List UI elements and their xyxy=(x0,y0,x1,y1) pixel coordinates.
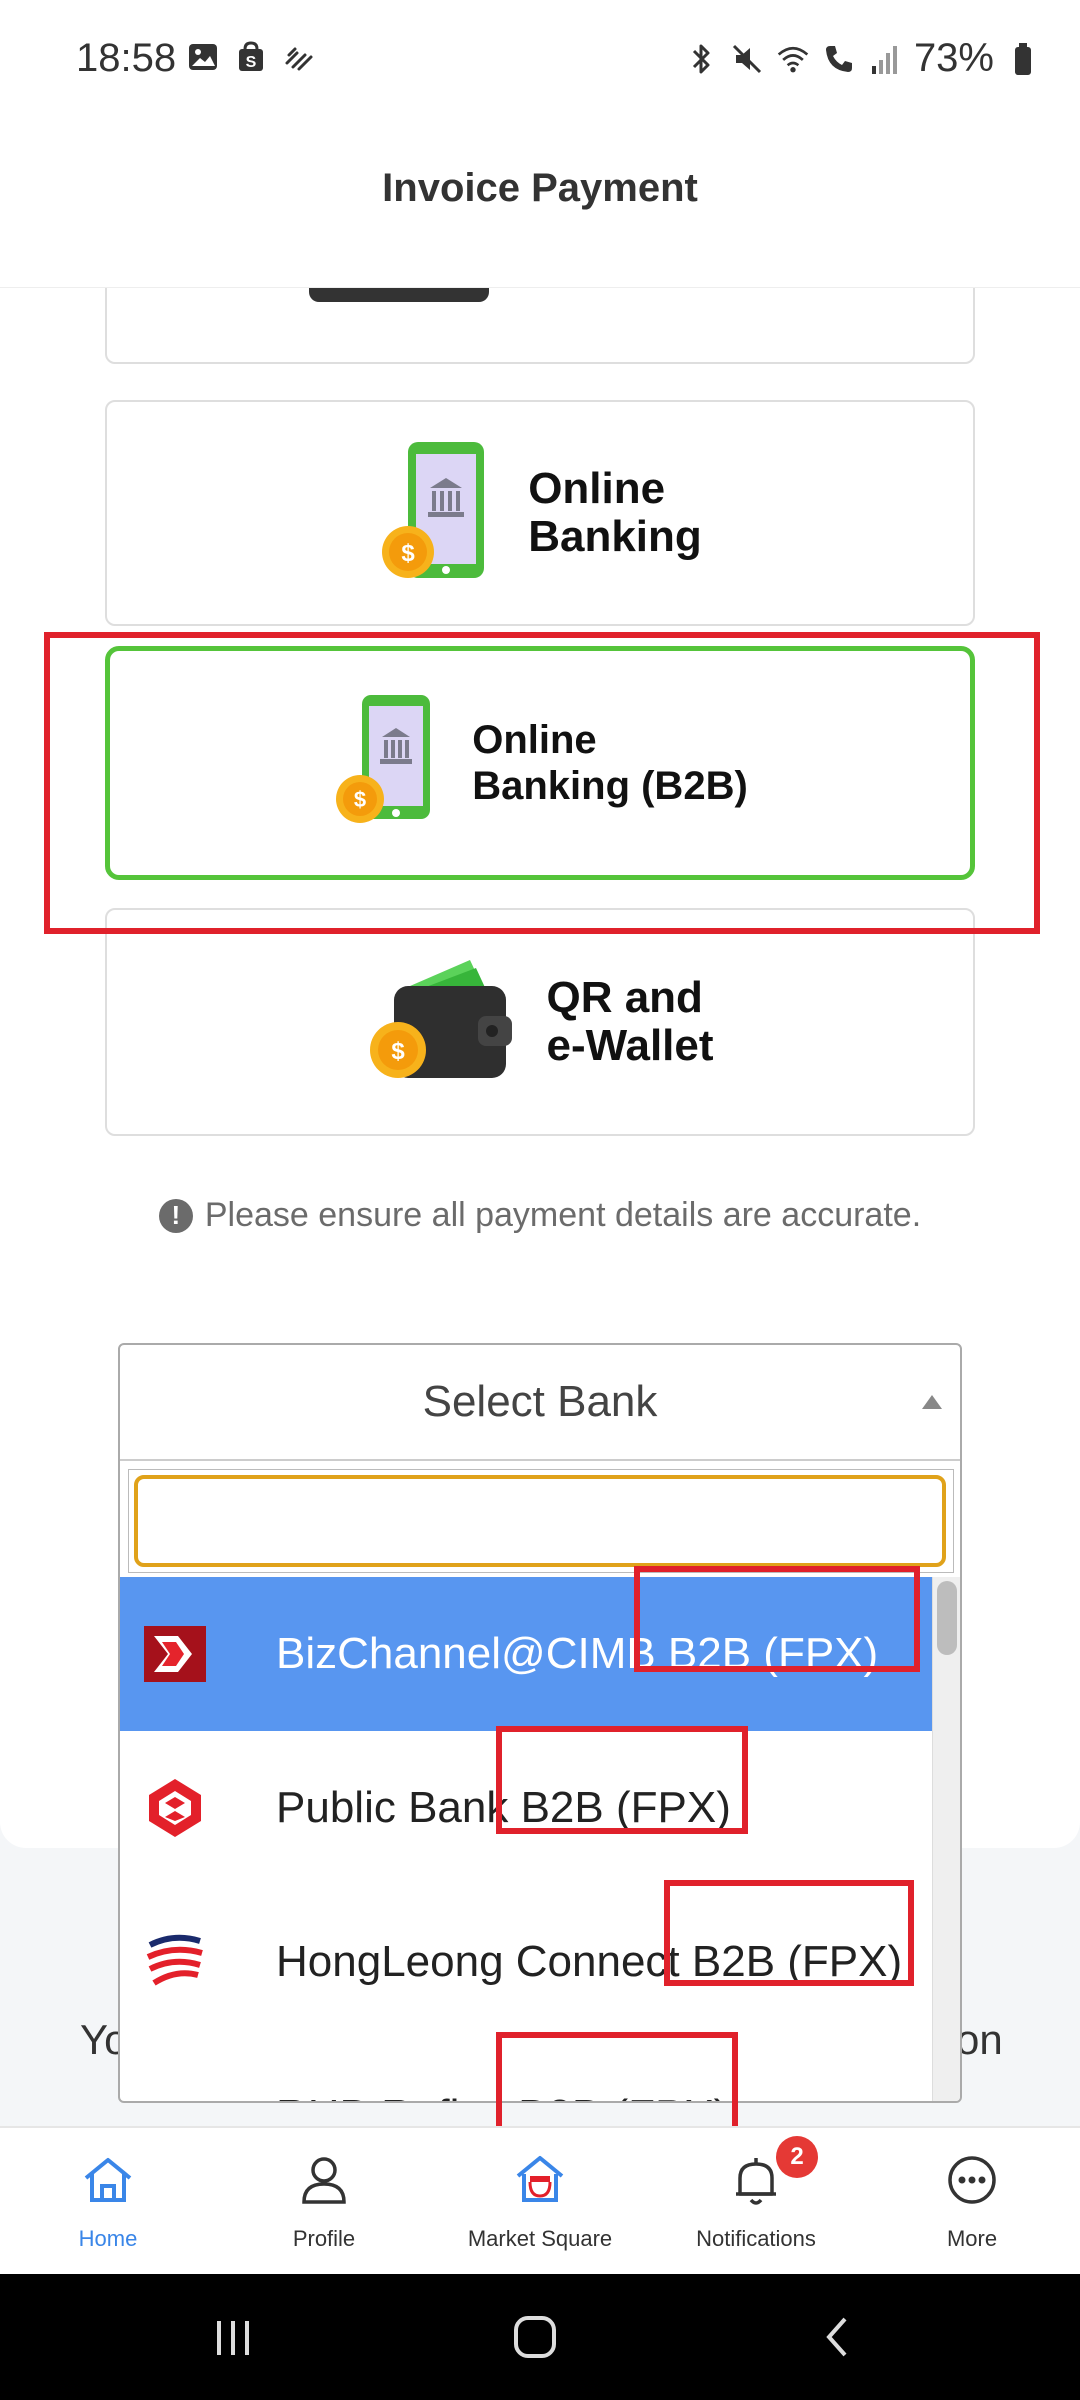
annotation-highlight-public xyxy=(496,1726,748,1834)
qr-ewallet-label: QR and e-Wallet xyxy=(546,973,714,1070)
battery-percent: 73% xyxy=(913,36,994,80)
annotation-highlight-rhb xyxy=(496,2032,738,2138)
nav-profile[interactable]: Profile xyxy=(216,2128,432,2276)
nav-profile-label: Profile xyxy=(292,2226,356,2251)
info-icon: ! xyxy=(158,1198,193,1233)
payment-option-card-partial[interactable] xyxy=(105,288,975,364)
status-left-icons: S xyxy=(186,40,316,74)
nav-more-label: More xyxy=(946,2226,998,2251)
home-icon xyxy=(78,2150,138,2210)
recent-apps-button[interactable] xyxy=(200,2304,266,2370)
page-title: Invoice Payment xyxy=(382,166,698,210)
annotation-highlight-hongleong xyxy=(664,1880,914,1986)
svg-text:$: $ xyxy=(402,540,416,567)
scrollbar-thumb[interactable] xyxy=(937,1581,957,1655)
notifications-badge: 2 xyxy=(776,2136,818,2178)
nav-notifications[interactable]: Notifications xyxy=(648,2128,864,2276)
bank-select-placeholder: Select Bank xyxy=(422,1377,658,1426)
bank-select-toggle[interactable]: Select Bank xyxy=(120,1345,960,1461)
app-header: Invoice Payment xyxy=(0,120,1080,288)
behind-text-right: on xyxy=(956,2016,1003,2063)
nav-more[interactable]: More xyxy=(864,2128,1080,2276)
public-bank-logo-icon xyxy=(144,1777,206,1839)
online-banking-icon: $ xyxy=(378,436,498,591)
bank-select-dropdown[interactable]: Select Bank BizChannel@CIMB B2B (FPX) Pu… xyxy=(118,1343,962,2103)
gallery-icon xyxy=(186,40,220,74)
payment-option-online-banking[interactable]: $ Online Banking xyxy=(105,400,975,626)
svg-text:S: S xyxy=(246,54,257,71)
status-right: 73% xyxy=(684,36,1040,81)
notice-text: Please ensure all payment details are ac… xyxy=(204,1196,922,1234)
nav-market-square[interactable]: Market Square xyxy=(432,2128,648,2276)
nav-home-label: Home xyxy=(78,2226,138,2251)
hongleong-logo-icon xyxy=(144,1931,206,1993)
wifi-icon xyxy=(776,42,810,76)
system-navigation-bar xyxy=(0,2274,1080,2400)
battery-icon xyxy=(1006,42,1040,76)
bank-list-scrollbar[interactable] xyxy=(932,1577,960,2101)
annotation-highlight-cimb xyxy=(634,1566,920,1672)
online-banking-label: Online Banking xyxy=(528,464,702,561)
caret-up-icon xyxy=(922,1395,942,1409)
nav-home[interactable]: Home xyxy=(0,2128,216,2276)
svg-text:$: $ xyxy=(392,1038,406,1065)
bluetooth-icon xyxy=(684,42,718,76)
more-icon xyxy=(942,2150,1002,2210)
status-time: 18:58 xyxy=(76,36,177,80)
cimb-logo-icon xyxy=(144,1623,206,1685)
profile-icon xyxy=(294,2150,354,2210)
call-icon xyxy=(822,42,856,76)
home-button[interactable] xyxy=(502,2304,568,2370)
market-square-icon xyxy=(510,2150,570,2210)
payment-option-qr-ewallet[interactable]: $ QR and e-Wallet xyxy=(105,908,975,1136)
annotation-highlight-b2b xyxy=(44,632,1040,934)
payment-notice: ! Please ensure all payment details are … xyxy=(0,1196,1080,1235)
ewallet-icon: $ xyxy=(366,950,516,1095)
rhb-logo-icon: RHB xyxy=(144,2085,206,2101)
bottom-navigation: Home Profile Market Square Notifications… xyxy=(0,2126,1080,2274)
back-button[interactable] xyxy=(804,2304,870,2370)
status-bar: 18:58 S 73% xyxy=(0,0,1080,120)
nav-market-square-label: Market Square xyxy=(467,2226,613,2251)
mute-icon xyxy=(730,42,764,76)
shopping-bag-icon: S xyxy=(234,40,268,74)
signal-icon xyxy=(868,42,902,76)
card-icon xyxy=(309,288,489,302)
nav-notifications-label: Notifications xyxy=(696,2226,816,2251)
app-notification-icon xyxy=(282,40,316,74)
bank-search-input[interactable] xyxy=(134,1475,946,1567)
